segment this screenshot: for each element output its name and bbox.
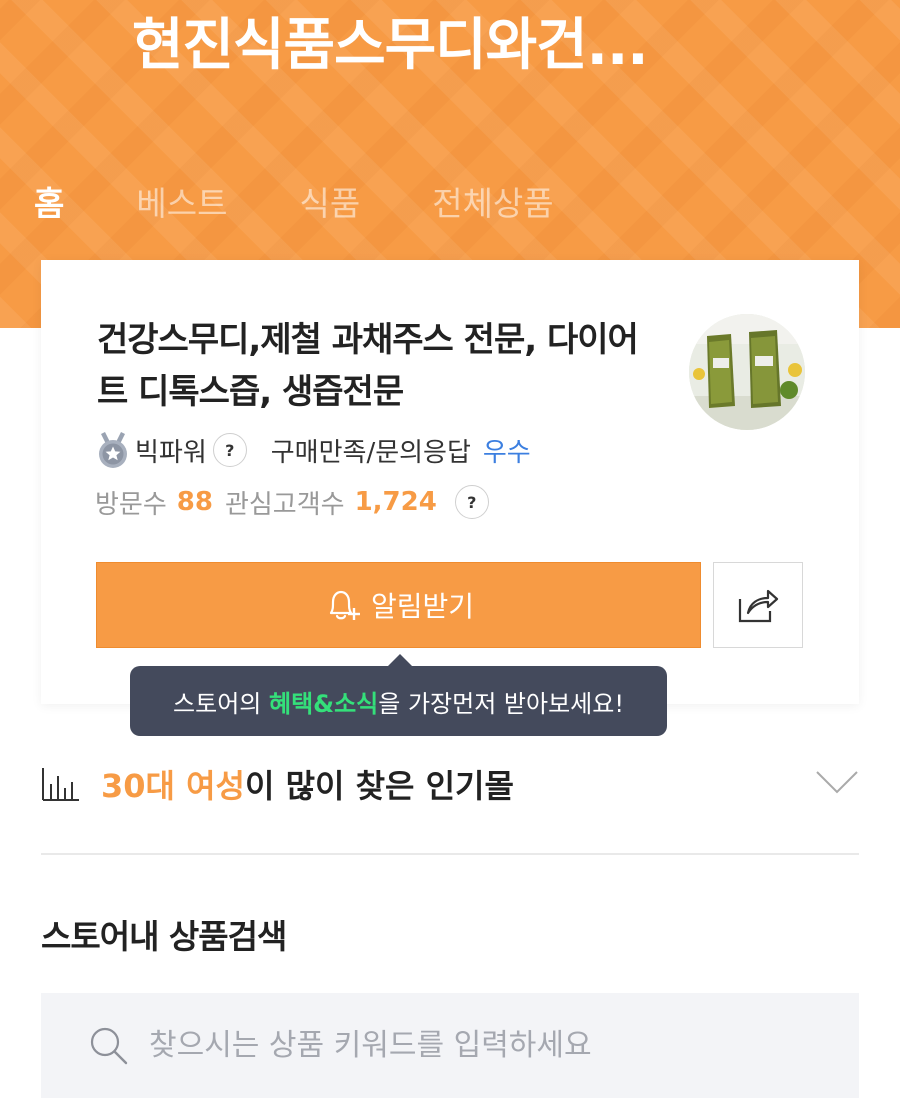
- bar-chart-icon: [42, 768, 79, 801]
- store-headline: 건강스무디,제철 과채주스 전문, 다이어트 디톡스즙, 생즙전문: [97, 320, 639, 412]
- store-search-input[interactable]: [149, 1028, 809, 1063]
- notify-button[interactable]: 알림받기: [96, 562, 701, 648]
- visitors-count: 88: [176, 487, 213, 517]
- chevron-down-icon[interactable]: [815, 766, 859, 796]
- tab-all-products[interactable]: 전체상품: [432, 176, 553, 232]
- store-title: 현진식품스무디와건...: [132, 13, 649, 78]
- share-icon: [738, 589, 779, 623]
- tooltip-prefix: 스토어의: [173, 689, 262, 718]
- tooltip-highlight: 혜택&소식: [269, 689, 379, 718]
- followers-label: 관심고객수: [224, 489, 345, 520]
- tab-best[interactable]: 베스트: [136, 176, 227, 232]
- satisfaction-label: 구매만족/문의응답: [270, 437, 471, 468]
- notify-label: 알림받기: [370, 590, 475, 623]
- demographic-accent: 30대 여성: [101, 767, 245, 805]
- bell-plus-icon: [329, 590, 360, 620]
- stats-help-button[interactable]: ?: [454, 485, 489, 519]
- tooltip-suffix: 을 가장먼저 받아보세요!: [378, 689, 624, 718]
- store-profile-image: [689, 314, 805, 430]
- demographic-rest: 이 많이 찾은 인기몰: [245, 767, 514, 805]
- tab-food[interactable]: 식품: [299, 176, 360, 232]
- store-tabs: 홈 베스트 식품 전체상품: [34, 176, 626, 232]
- search-icon: [90, 1027, 128, 1064]
- tab-home[interactable]: 홈: [34, 176, 64, 232]
- grade-row: 빅파워 ? 구매만족/문의응답 우수: [95, 428, 531, 472]
- store-search-heading: 스토어내 상품검색: [41, 917, 287, 956]
- popular-demographic-row[interactable]: 30대 여성이 많이 찾은 인기몰: [41, 752, 859, 816]
- satisfaction-value: 우수: [482, 437, 531, 468]
- section-divider: [41, 853, 859, 855]
- store-profile-card: 건강스무디,제철 과채주스 전문, 다이어트 디톡스즙, 생즙전문 빅파워 ?: [41, 260, 859, 704]
- stats-row: 방문수 88 관심고객수 1,724 ?: [95, 480, 489, 524]
- grade-label: 빅파워: [135, 437, 207, 468]
- share-button[interactable]: [713, 562, 803, 648]
- medal-icon: [99, 432, 127, 468]
- popular-demographic-text: 30대 여성이 많이 찾은 인기몰: [101, 761, 514, 807]
- store-search-box[interactable]: [41, 993, 859, 1098]
- grade-help-button[interactable]: ?: [212, 433, 247, 467]
- notify-tooltip: 스토어의 혜택&소식 을 가장먼저 받아보세요!: [130, 654, 667, 736]
- followers-count: 1,724: [354, 487, 437, 517]
- visitors-label: 방문수: [95, 489, 167, 520]
